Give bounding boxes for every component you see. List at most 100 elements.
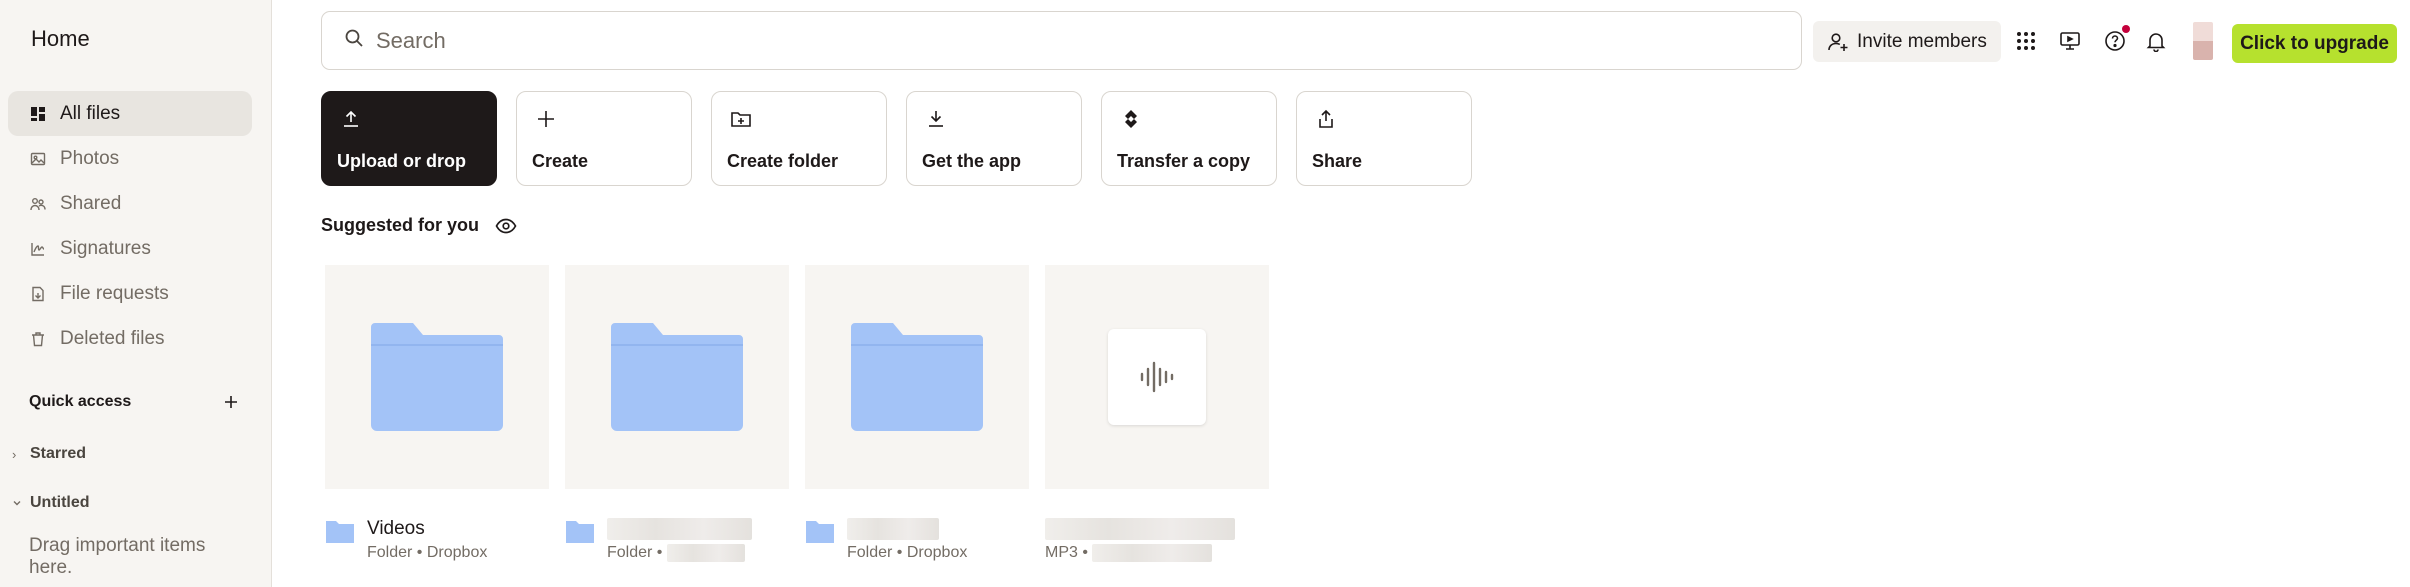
sidebar-item-signatures[interactable]: Signatures — [8, 226, 252, 271]
share-icon — [1315, 108, 1337, 130]
redacted-block — [847, 518, 939, 540]
visibility-toggle-button[interactable] — [495, 218, 517, 234]
sidebar-title[interactable]: Home — [31, 26, 90, 52]
quick-access-section-label: Untitled — [30, 494, 90, 511]
item-name-redacted — [607, 518, 752, 540]
quick-access-section-label: Starred — [30, 445, 87, 462]
notifications-button[interactable] — [2143, 28, 2169, 54]
tile-label: Create — [532, 151, 589, 171]
tile-label: Share — [1312, 151, 1363, 171]
share-button[interactable]: Share — [1296, 91, 1472, 186]
item-thumbnail — [1045, 265, 1269, 489]
sidebar-item-label: Signatures — [60, 237, 151, 259]
quick-access-untitled[interactable]: Untitled — [12, 494, 90, 512]
all-files-icon — [30, 106, 46, 122]
upload-button[interactable]: Upload or drop — [321, 91, 497, 186]
suggested-title: Suggested for you — [321, 215, 480, 235]
help-button[interactable] — [2102, 25, 2130, 54]
invite-members-button[interactable]: Invite members — [1813, 21, 2001, 62]
sidebar-item-label: Shared — [60, 192, 122, 214]
eye-icon — [495, 218, 517, 233]
photos-icon — [30, 151, 46, 167]
upload-icon — [340, 108, 362, 130]
folder-icon — [851, 323, 983, 431]
folder-icon — [325, 518, 355, 562]
avatar[interactable] — [2193, 22, 2213, 60]
transfer-icon — [1120, 108, 1142, 130]
plus-icon — [225, 395, 237, 408]
upgrade-button[interactable]: Click to upgrade — [2232, 24, 2397, 63]
apps-grid-icon — [2017, 32, 2035, 50]
file-requests-icon — [30, 286, 46, 302]
audio-waveform-icon — [1140, 361, 1174, 393]
item-thumbnail — [565, 265, 789, 489]
folder-icon — [805, 518, 835, 562]
search-input[interactable] — [376, 27, 1756, 54]
redacted-block — [1045, 518, 1235, 540]
item-meta: Folder • Dropbox — [847, 544, 968, 561]
tile-label: Get the app — [922, 151, 1022, 171]
tile-label: Create folder — [727, 151, 839, 171]
signatures-icon — [30, 241, 46, 257]
trash-icon — [30, 331, 46, 347]
quick-access-label: Quick access — [29, 393, 132, 410]
chevron-down-icon — [12, 496, 26, 511]
suggested-item[interactable]: Folder • — [565, 265, 789, 562]
get-the-app-button[interactable]: Get the app — [906, 91, 1082, 186]
sidebar-item-file-requests[interactable]: File requests — [8, 271, 252, 316]
sidebar-item-label: Deleted files — [60, 327, 165, 349]
item-meta: Folder • Dropbox — [367, 544, 488, 561]
transfer-button[interactable]: Transfer a copy — [1101, 91, 1277, 186]
suggested-item[interactable]: MP3 • — [1045, 265, 1269, 562]
item-meta: Folder • — [607, 544, 752, 562]
folder-icon — [565, 518, 595, 562]
sidebar-item-label: Photos — [60, 147, 120, 169]
item-name-redacted — [847, 518, 967, 540]
redacted-block — [666, 544, 745, 562]
sidebar-item-shared[interactable]: Shared — [8, 181, 252, 226]
chevron-right-icon: › — [12, 446, 17, 462]
redacted-block — [1092, 544, 1213, 562]
sidebar-item-label: All files — [60, 102, 121, 124]
plus-icon — [535, 108, 557, 130]
item-meta: MP3 • — [1045, 544, 1235, 562]
audio-preview — [1108, 329, 1206, 425]
quick-access-starred[interactable]: › Starred — [12, 445, 86, 463]
shared-icon — [30, 196, 46, 212]
bell-icon — [2146, 33, 2166, 52]
sidebar-item-label: File requests — [60, 282, 169, 304]
folder-icon — [371, 323, 503, 431]
redacted-block — [607, 518, 752, 540]
sidebar-item-photos[interactable]: Photos — [8, 136, 252, 181]
create-folder-button[interactable]: Create folder — [711, 91, 887, 186]
quick-access-hint: Drag important items here. — [29, 535, 206, 578]
suggested-item[interactable]: Folder • Dropbox — [805, 265, 1029, 562]
create-folder-icon — [730, 108, 752, 130]
search-icon — [344, 28, 364, 53]
suggested-heading: Suggested for you — [321, 215, 517, 236]
sidebar-item-deleted-files[interactable]: Deleted files — [8, 316, 252, 361]
folder-icon — [611, 323, 743, 431]
item-name-redacted — [1045, 518, 1235, 540]
tile-label: Transfer a copy — [1117, 151, 1251, 171]
add-user-icon — [1828, 32, 1848, 51]
sidebar-item-all-files[interactable]: All files — [8, 91, 252, 136]
sidebar-nav: All files Photos Shared Signatures File … — [8, 91, 252, 361]
screen-icon — [2060, 32, 2080, 50]
tile-label: Upload or drop — [337, 151, 466, 171]
item-thumbnail — [325, 265, 549, 489]
quick-access-header: Quick access — [29, 393, 239, 411]
suggested-item[interactable]: Videos Folder • Dropbox — [325, 265, 549, 562]
action-tiles: Upload or drop Create Create folder Get … — [321, 91, 1491, 186]
screen-button[interactable] — [2057, 28, 2083, 54]
help-icon — [2105, 31, 2125, 51]
item-name: Videos — [367, 518, 425, 539]
create-button[interactable]: Create — [516, 91, 692, 186]
download-icon — [925, 108, 947, 130]
notification-dot — [2122, 25, 2130, 33]
search-bar[interactable] — [321, 11, 1802, 70]
invite-members-label: Invite members — [1857, 30, 1987, 52]
add-quick-access-button[interactable] — [223, 394, 239, 411]
item-thumbnail — [805, 265, 1029, 489]
apps-grid-button[interactable] — [2013, 28, 2039, 54]
